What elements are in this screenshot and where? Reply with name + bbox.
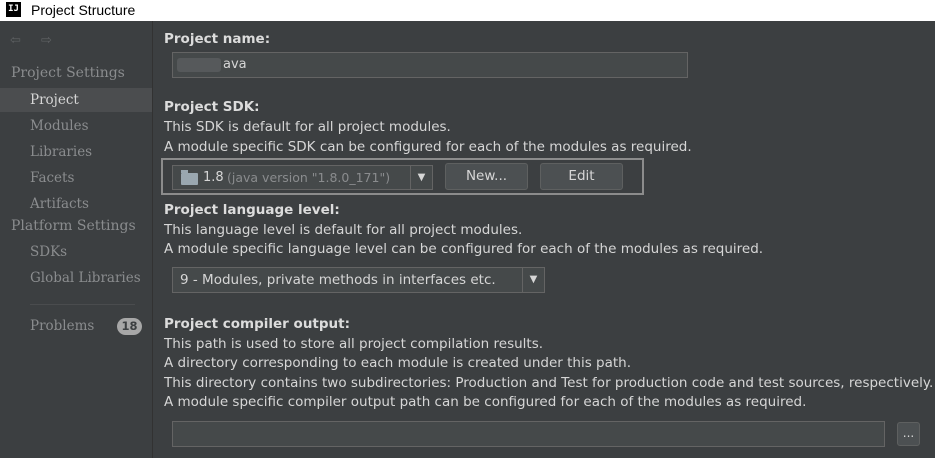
browse-button[interactable]: ... [897,422,920,446]
language-level-desc-2: A module specific language level can be … [164,241,764,257]
project-name-input[interactable]: ava [172,52,688,78]
intellij-icon: IJ [6,2,21,17]
chevron-down-icon[interactable]: ▼ [410,166,432,189]
window-titlebar: IJ Project Structure [0,0,935,21]
language-level-value: 9 - Modules, private methods in interfac… [180,272,496,288]
project-name-label: Project name: [164,31,271,47]
redacted-text [177,58,221,72]
sidebar-item-facets[interactable]: Facets [0,166,152,190]
new-sdk-button[interactable]: New... [445,163,528,190]
platform-settings-header: Platform Settings [11,218,136,234]
language-level-desc-1: This language level is default for all p… [164,222,523,238]
sdk-version: 1.8 [203,170,224,185]
project-sdk-desc-2: A module specific SDK can be configured … [164,139,692,155]
sidebar-item-libraries[interactable]: Libraries [0,140,152,164]
sidebar-item-sdks[interactable]: SDKs [0,240,152,264]
compiler-output-desc-2: A directory corresponding to each module… [164,355,632,371]
project-sdk-label: Project SDK: [164,99,260,115]
chevron-down-icon[interactable]: ▼ [522,268,544,292]
sidebar-item-project[interactable]: Project [0,88,152,112]
compiler-output-path-input[interactable] [172,421,885,447]
language-level-dropdown[interactable]: 9 - Modules, private methods in interfac… [172,267,545,293]
sidebar-divider [30,304,135,305]
sidebar: ⇦ ⇨ Project Settings Project Modules Lib… [0,21,153,458]
problems-label: Problems [30,318,95,334]
project-name-value: ava [223,57,247,72]
compiler-output-desc-1: This path is used to store all project c… [164,336,544,352]
sidebar-item-problems[interactable]: Problems 18 [0,314,152,338]
language-level-label: Project language level: [164,202,340,218]
sdk-selector-group: 1.8 (java version "1.8.0_171") ▼ New... … [161,158,644,195]
sdk-dropdown[interactable]: 1.8 (java version "1.8.0_171") ▼ [172,165,433,190]
sdk-folder-icon [181,170,198,185]
project-settings-panel: Project name: ava Project SDK: This SDK … [153,21,935,458]
sidebar-item-artifacts[interactable]: Artifacts [0,192,152,216]
sdk-detail: (java version "1.8.0_171") [227,170,391,185]
problems-count-badge: 18 [117,318,142,335]
compiler-output-desc-4: A module specific compiler output path c… [164,394,807,410]
window-title: Project Structure [31,2,136,18]
sidebar-item-modules[interactable]: Modules [0,114,152,138]
compiler-output-desc-3: This directory contains two subdirectori… [164,375,934,391]
back-forward-arrows-icon[interactable]: ⇦ ⇨ [10,33,60,48]
project-settings-header: Project Settings [11,65,125,81]
sidebar-item-global-libraries[interactable]: Global Libraries [0,266,152,290]
project-sdk-desc-1: This SDK is default for all project modu… [164,119,451,135]
edit-sdk-button[interactable]: Edit [540,163,623,190]
compiler-output-label: Project compiler output: [164,316,351,332]
